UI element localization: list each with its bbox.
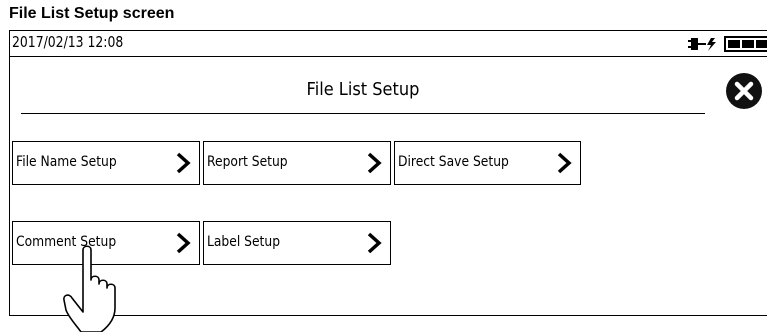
direct-save-setup-button[interactable]: Direct Save Setup <box>394 141 581 185</box>
close-icon <box>734 81 754 101</box>
datetime-text: 2017/02/13 12:08 <box>12 33 124 51</box>
status-bar: 2017/02/13 12:08 <box>10 31 767 57</box>
direct-save-setup-label: Direct Save Setup <box>398 154 509 170</box>
caption-label: File List Setup screen <box>9 5 175 22</box>
page-title: File List Setup <box>306 79 420 100</box>
chevron-right-icon <box>557 152 572 174</box>
title-divider <box>21 113 705 114</box>
file-name-setup-label: File Name Setup <box>16 154 117 170</box>
close-button[interactable] <box>726 73 762 109</box>
report-setup-label: Report Setup <box>207 154 288 170</box>
battery-icon <box>724 36 767 52</box>
report-setup-button[interactable]: Report Setup <box>203 141 391 185</box>
chevron-right-icon <box>176 152 191 174</box>
label-setup-button[interactable]: Label Setup <box>203 221 391 265</box>
chevron-right-icon <box>367 232 382 254</box>
chevron-right-icon <box>367 152 382 174</box>
file-name-setup-button[interactable]: File Name Setup <box>12 141 200 185</box>
chevron-right-icon <box>176 232 191 254</box>
ac-power-icon <box>688 38 716 51</box>
label-setup-label: Label Setup <box>207 234 281 250</box>
hand-pointer-icon <box>63 245 116 332</box>
